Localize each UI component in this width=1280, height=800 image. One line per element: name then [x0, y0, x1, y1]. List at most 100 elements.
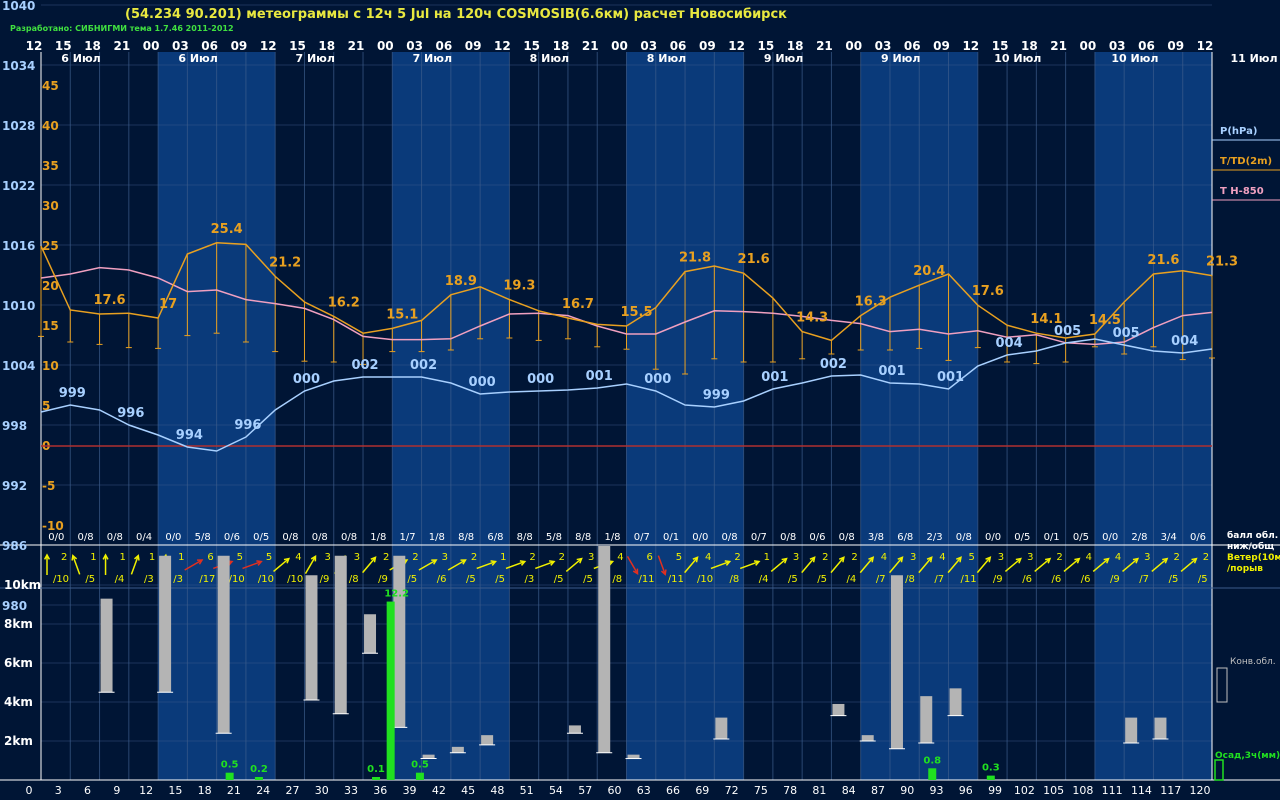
forecast-hour-label: 105	[1043, 784, 1064, 797]
temperature-value-label: 21.3	[1206, 255, 1238, 270]
conv-cloud-legend-box	[1216, 667, 1228, 703]
cloud-bar	[100, 598, 113, 693]
wind-gust-label: /6	[1022, 574, 1032, 585]
height-tick-label: 6km	[4, 656, 33, 670]
wind-gust-label: /8	[349, 574, 359, 585]
wind-gust-label: /8	[729, 574, 739, 585]
wind-speed-label: 2	[529, 552, 535, 563]
wind-speed-label: 6	[207, 552, 213, 563]
forecast-hour-label: 18	[198, 784, 212, 797]
time-hour-label: 12	[260, 39, 277, 53]
cloud-bar	[949, 688, 962, 716]
forecast-hour-label: 3	[55, 784, 62, 797]
cloud-cover-label: 1/7	[400, 532, 416, 543]
forecast-hour-label: 6	[84, 784, 91, 797]
precip-value-label: 0.2	[250, 764, 268, 775]
wind-speed-label: 2	[1056, 552, 1062, 563]
time-hour-label: 18	[318, 39, 335, 53]
wind-gust-label: /3	[525, 574, 535, 585]
forecast-hour-label: 66	[666, 784, 680, 797]
wind-gust-label: /10	[287, 574, 303, 585]
temperature-value-label: 21.6	[1147, 253, 1179, 268]
time-hour-label: 09	[231, 39, 248, 53]
pressure-value-label: 004	[1171, 334, 1198, 349]
temperature-value-label: 21.6	[738, 252, 770, 267]
wind-speed-label: 2	[822, 552, 828, 563]
wind-speed-label: 4	[939, 552, 945, 563]
meteogram-chart: 12 15 18 21 00 03 06 09 12 15 18 21 00 03 06 09 12 15 18 21…	[0, 0, 1280, 797]
pressure-value-label: 000	[527, 372, 554, 387]
time-hour-label: 00	[143, 39, 160, 53]
forecast-hour-label: 33	[344, 784, 358, 797]
forecast-hour-label: 39	[403, 784, 417, 797]
day-label: 6 Июл	[61, 52, 100, 65]
forecast-hour-label: 87	[871, 784, 885, 797]
precip-bar	[225, 772, 234, 780]
forecast-hour-label: 60	[608, 784, 622, 797]
wind-speed-label: 3	[998, 552, 1004, 563]
precip-bar	[386, 601, 395, 780]
pressure-value-label: 996	[117, 406, 144, 421]
wind-gust-label: /10	[258, 574, 274, 585]
temp-tick-label: 25	[42, 239, 59, 253]
forecast-hour-label: 117	[1160, 784, 1181, 797]
cloud-cover-label: 0/0	[165, 532, 181, 543]
precip-bar	[372, 777, 381, 780]
cloud-cover-label: 0/0	[1102, 532, 1118, 543]
forecast-hour-label: 72	[725, 784, 739, 797]
cloud-cover-label: 0/0	[48, 532, 64, 543]
pressure-tick-label: 1034	[2, 59, 35, 73]
pressure-value-label: 005	[1113, 326, 1140, 341]
time-hour-label: 06	[904, 39, 921, 53]
forecast-hour-label: 120	[1190, 784, 1211, 797]
wind-speed-label: 2	[559, 552, 565, 563]
pressure-tick-label: 1028	[2, 119, 35, 133]
cloud-cover-label: 0/1	[1044, 532, 1060, 543]
wind-speed-label: 2	[734, 552, 740, 563]
wind-speed-label: 2	[412, 552, 418, 563]
cloud-cover-label: 3/8	[868, 532, 884, 543]
wind-gust-label: /11	[638, 574, 654, 585]
wind-caption: /порыв	[1227, 564, 1263, 574]
wind-speed-label: 1	[500, 552, 506, 563]
height-tick-label: 10km	[4, 578, 41, 592]
wind-speed-label: 1	[764, 552, 770, 563]
wind-speed-label: 1	[90, 552, 96, 563]
pressure-value-label: 004	[996, 336, 1023, 351]
precip-value-label: 0.5	[221, 760, 239, 771]
pressure-value-label: 005	[1054, 324, 1081, 339]
cloud-bar	[451, 746, 464, 753]
time-hour-label: 09	[465, 39, 482, 53]
time-hour-label: 21	[348, 39, 365, 53]
wind-speed-label: 2	[1173, 552, 1179, 563]
forecast-hour-label: 0	[26, 784, 33, 797]
cloud-bar	[715, 717, 728, 740]
time-hour-label: 06	[435, 39, 452, 53]
cloud-cover-label: 8/8	[517, 532, 533, 543]
cloud-cover-label: 0/8	[341, 532, 357, 543]
cloud-bar	[890, 575, 903, 749]
precip-value-label: 12.2	[384, 589, 409, 600]
wind-gust-label: /5	[554, 574, 564, 585]
cloud-cover-caption: балл обл.	[1227, 530, 1278, 541]
pressure-tick-label: 980	[2, 599, 27, 613]
cloud-bar	[598, 546, 611, 753]
wind-gust-label: /10	[53, 574, 69, 585]
wind-gust-label: /4	[847, 574, 857, 585]
pressure-value-label: 000	[644, 372, 671, 387]
wind-gust-label: /5	[407, 574, 417, 585]
wind-gust-label: /5	[788, 574, 798, 585]
pressure-tick-label: 992	[2, 479, 27, 493]
pressure-tick-label: 1040	[2, 0, 35, 13]
wind-gust-label: /3	[173, 574, 183, 585]
forecast-hour-label: 75	[754, 784, 768, 797]
temp-tick-label: -5	[42, 479, 55, 493]
pressure-value-label: 001	[937, 370, 964, 385]
wind-gust-label: /6	[1051, 574, 1061, 585]
cloud-cover-label: 0/5	[1014, 532, 1030, 543]
precip-bar	[928, 768, 937, 780]
forecast-hour-label: 15	[168, 784, 182, 797]
time-hour-label: 15	[758, 39, 775, 53]
wind-speed-label: 1	[178, 552, 184, 563]
cloud-cover-label: 0/0	[985, 532, 1001, 543]
